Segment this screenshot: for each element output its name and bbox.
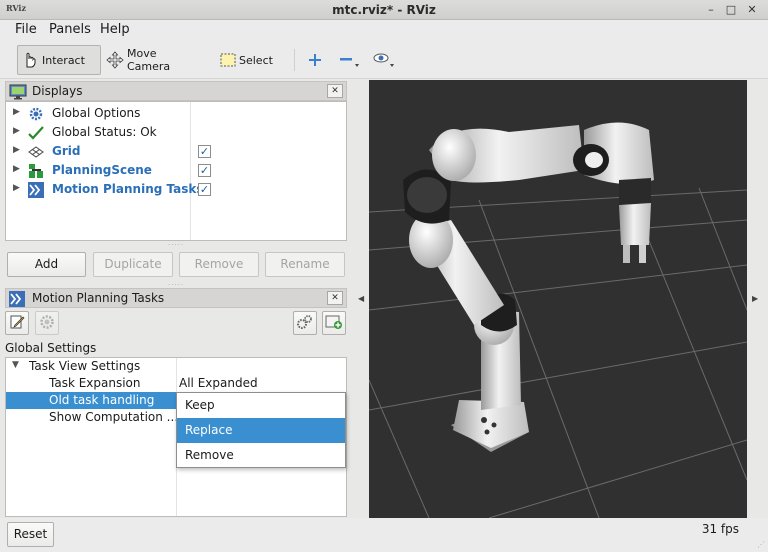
window-title: mtc.rviz* - RViz (332, 3, 436, 17)
status-bar: Reset 31 fps ⋰ (0, 518, 768, 552)
property-name: Old task handling (49, 393, 155, 407)
displays-tree: ▶ Global Options ▶ Global Status: Ok ▶ G… (5, 101, 347, 241)
tree-item-planning-scene[interactable]: ▶ PlanningScene ✓ (6, 161, 346, 180)
tree-item-label: Motion Planning Tasks (52, 182, 204, 196)
dropdown-option-keep[interactable]: Keep (177, 393, 345, 418)
menu-bar: File Panels Help (0, 20, 768, 41)
eye-icon (373, 52, 395, 68)
add-tool-button[interactable] (305, 45, 325, 75)
minus-icon (339, 52, 359, 68)
property-value[interactable]: All Expanded (179, 376, 258, 390)
displays-close-icon[interactable]: ✕ (327, 84, 343, 98)
displays-panel-header: Displays ✕ (5, 81, 347, 101)
tree-item-label: PlanningScene (52, 163, 152, 177)
interact-tool-button[interactable]: Interact (17, 45, 101, 75)
rename-display-button[interactable]: Rename (265, 252, 345, 277)
title-bar: RViz mtc.rviz* - RViz – □ ✕ (0, 0, 768, 20)
planning-scene-enabled-checkbox[interactable]: ✓ (198, 164, 211, 177)
global-settings-label: Global Settings (5, 341, 97, 355)
property-name: Task Expansion (49, 376, 141, 390)
expand-arrow-icon[interactable]: ▶ (13, 126, 20, 136)
tree-item-global-options[interactable]: ▶ Global Options (6, 104, 346, 123)
collapse-right-arrow-icon[interactable]: ▶ (752, 294, 758, 303)
gear-icon (28, 106, 44, 122)
3d-viewport[interactable] (369, 80, 747, 518)
planning-scene-icon (28, 163, 44, 179)
mpt-panel-title: Motion Planning Tasks (32, 291, 165, 305)
fps-readout: 31 fps (701, 522, 739, 536)
gear-icon (39, 314, 55, 333)
toolbar-separator (294, 49, 295, 71)
move-camera-tool-button[interactable]: Move Camera (103, 45, 199, 75)
select-tool-button[interactable]: Select (217, 45, 275, 75)
mpt-panel-header: Motion Planning Tasks ✕ (5, 288, 347, 308)
minimize-icon[interactable]: – (704, 3, 718, 17)
mpt-close-icon[interactable]: ✕ (327, 291, 343, 305)
robot-arm (403, 122, 654, 452)
collapse-arrow-icon[interactable]: ▼ (12, 360, 19, 370)
interact-label: Interact (42, 53, 85, 67)
edit-task-button[interactable] (5, 311, 29, 335)
tree-item-global-status[interactable]: ▶ Global Status: Ok (6, 123, 346, 142)
exec-settings-button[interactable] (293, 311, 317, 335)
dropdown-option-remove[interactable]: Remove (177, 443, 345, 468)
toolbar: Interact Move Camera Select (0, 41, 768, 79)
view-options-button[interactable] (370, 45, 396, 75)
expand-arrow-icon[interactable]: ▶ (13, 107, 20, 117)
checkmark-icon (28, 125, 44, 141)
menu-file[interactable]: File (15, 22, 37, 37)
hand-pointer-icon (21, 51, 39, 69)
property-name: Show Computation ... (49, 410, 179, 424)
grid-icon (28, 144, 44, 160)
task-settings-button[interactable] (35, 311, 59, 335)
motion-planning-enabled-checkbox[interactable]: ✓ (198, 183, 211, 196)
reset-button[interactable]: Reset (7, 522, 54, 547)
grid-enabled-checkbox[interactable]: ✓ (198, 145, 211, 158)
tree-item-grid[interactable]: ▶ Grid ✓ (6, 142, 346, 161)
maximize-icon[interactable]: □ (724, 3, 738, 17)
menu-help[interactable]: Help (100, 22, 130, 37)
expand-arrow-icon[interactable]: ▶ (13, 183, 20, 193)
add-task-button[interactable] (322, 311, 346, 335)
motion-planning-icon (9, 291, 25, 310)
robot-scene (369, 122, 747, 518)
expand-arrow-icon[interactable]: ▶ (13, 145, 20, 155)
dropdown-option-replace[interactable]: Replace (177, 418, 345, 443)
add-display-button[interactable]: Add (7, 252, 86, 277)
edit-icon (9, 314, 25, 333)
remove-tool-button[interactable] (336, 45, 362, 75)
move-camera-label: Move Camera (127, 47, 171, 73)
motion-planning-icon (28, 182, 44, 198)
tree-item-motion-planning-tasks[interactable]: ▶ Motion Planning Tasks ✓ (6, 180, 346, 199)
tree-item-label: Global Options (52, 106, 141, 120)
splitter-handle[interactable]: ····· (168, 241, 184, 249)
displays-panel-title: Displays (32, 84, 83, 98)
property-old-task-handling[interactable]: Old task handling (6, 392, 176, 409)
size-grip-icon[interactable]: ⋰ (757, 540, 765, 549)
select-label: Select (239, 53, 273, 67)
menu-panels[interactable]: Panels (49, 22, 91, 37)
property-group-label: Task View Settings (29, 359, 141, 373)
move-camera-icon (106, 51, 124, 69)
expand-arrow-icon[interactable]: ▶ (13, 164, 20, 174)
close-window-icon[interactable]: ✕ (745, 3, 759, 17)
add-task-icon (325, 314, 343, 333)
remove-display-button[interactable]: Remove (179, 252, 259, 277)
duplicate-display-button[interactable]: Duplicate (93, 252, 173, 277)
collapse-left-arrow-icon[interactable]: ◀ (358, 294, 364, 303)
plus-icon (308, 53, 322, 67)
tree-item-label: Grid (52, 144, 81, 158)
old-task-handling-dropdown[interactable]: Keep Replace Remove (176, 392, 346, 468)
tree-item-label: Global Status: Ok (52, 125, 157, 139)
gears-icon (296, 314, 314, 333)
property-group-task-view[interactable]: ▼ Task View Settings (6, 358, 346, 375)
select-icon (220, 53, 236, 67)
property-task-expansion[interactable]: Task Expansion All Expanded (6, 375, 346, 392)
